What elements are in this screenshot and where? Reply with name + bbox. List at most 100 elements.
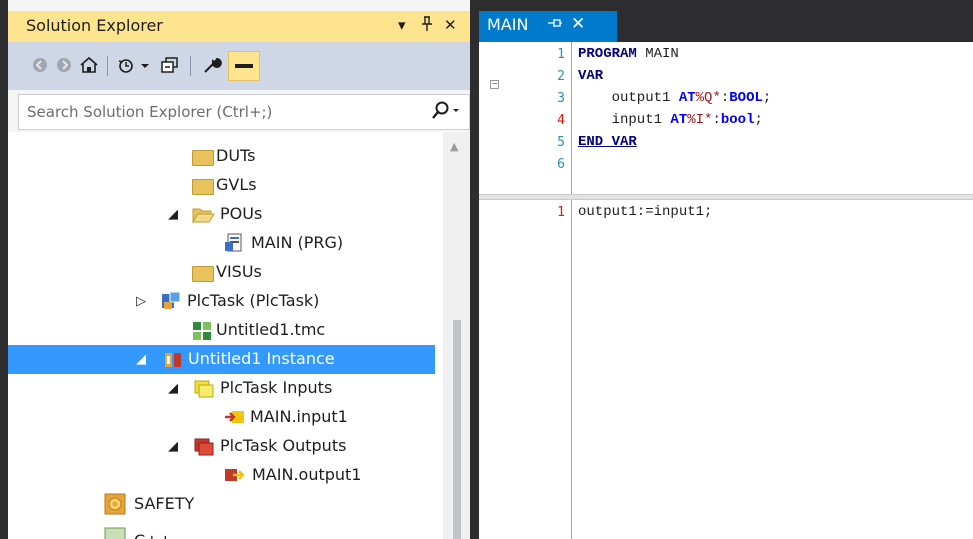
tree-item-plctask[interactable]: ▷ PlcTask (PlcTask) bbox=[8, 287, 435, 316]
solution-explorer-toolbar bbox=[8, 42, 470, 90]
tree-item-pous[interactable]: ◢ POUs bbox=[8, 200, 435, 229]
tab-close-icon[interactable]: ✕ bbox=[571, 14, 585, 34]
tree-item-label: DUTs bbox=[216, 146, 256, 165]
tmc-icon bbox=[192, 321, 212, 345]
fold-toggle-icon[interactable]: − bbox=[490, 80, 499, 89]
tree-item-untitled1-instance[interactable]: ◢ Untitled1 Instance bbox=[8, 345, 435, 374]
tree-item-label: GVLs bbox=[216, 175, 257, 194]
properties-icon[interactable] bbox=[200, 53, 224, 77]
collapse-all-icon[interactable] bbox=[158, 53, 182, 77]
tree-item-visus[interactable]: VISUs bbox=[8, 258, 435, 287]
program-icon bbox=[224, 233, 244, 257]
instance-icon bbox=[164, 351, 182, 373]
tree-item-main-output1[interactable]: MAIN.output1 bbox=[8, 461, 435, 490]
identifier: output1 bbox=[578, 90, 679, 106]
back-icon[interactable] bbox=[30, 53, 50, 77]
pin-icon[interactable] bbox=[420, 16, 434, 36]
history-icon[interactable] bbox=[116, 53, 152, 77]
toolbar-separator bbox=[107, 56, 108, 76]
code-line: PROGRAM MAIN bbox=[578, 46, 679, 62]
search-box[interactable]: Search Solution Explorer (Ctrl+;) bbox=[18, 94, 470, 130]
outputs-icon bbox=[194, 438, 216, 460]
expand-arrow-icon[interactable]: ◢ bbox=[168, 207, 178, 222]
panel-title: Solution Explorer bbox=[26, 16, 163, 35]
search-input[interactable]: Search Solution Explorer (Ctrl+;) bbox=[27, 103, 272, 121]
folder-icon bbox=[192, 150, 214, 166]
home-icon[interactable] bbox=[78, 53, 100, 77]
keyword: END_VAR bbox=[578, 134, 637, 150]
scrollbar-thumb[interactable] bbox=[453, 320, 461, 539]
identifier: MAIN bbox=[636, 46, 679, 62]
tree-item-safety[interactable]: SAFETY bbox=[8, 490, 435, 519]
tree-item-gvls[interactable]: GVLs bbox=[8, 171, 435, 200]
tree-scrollbar[interactable]: ▲ bbox=[443, 132, 470, 539]
keyword: AT bbox=[678, 90, 696, 106]
line-number: 4 bbox=[557, 113, 565, 128]
preview-icon[interactable] bbox=[228, 51, 260, 81]
solution-tree: DUTs GVLs ◢ POUs MAIN (PRG) VISUs ▷ PlcT… bbox=[8, 132, 470, 539]
punctuation: : bbox=[712, 112, 721, 128]
keyword: AT bbox=[670, 112, 688, 128]
code-line: END_VAR bbox=[578, 134, 637, 150]
tree-item-label: POUs bbox=[220, 204, 263, 223]
folder-icon bbox=[192, 266, 214, 282]
address: %Q* bbox=[695, 90, 721, 106]
safety-icon bbox=[104, 493, 126, 519]
tree-item-label: MAIN (PRG) bbox=[251, 233, 344, 252]
line-number: 1 bbox=[557, 47, 565, 62]
tree-item-label: SAFETY bbox=[134, 494, 195, 513]
type-keyword: bool bbox=[720, 112, 755, 128]
tree-item-label: MAIN.output1 bbox=[252, 465, 362, 484]
expand-arrow-icon[interactable]: ▷ bbox=[136, 294, 146, 309]
implementation-editor[interactable]: 1 output1:=input1; bbox=[479, 200, 973, 539]
tree-item-label: PlcTask Inputs bbox=[220, 378, 333, 397]
tree-item-label: C++ bbox=[134, 531, 172, 539]
solution-explorer-panel: Solution Explorer ▾ ✕ Search Solution Ex… bbox=[8, 0, 470, 539]
task-icon bbox=[160, 291, 182, 315]
gutter-divider bbox=[571, 42, 572, 194]
tab-main[interactable]: MAIN ✕ bbox=[479, 11, 617, 42]
folder-icon bbox=[192, 179, 214, 195]
scroll-up-icon[interactable]: ▲ bbox=[450, 140, 458, 153]
punctuation: ; bbox=[762, 90, 772, 106]
tree-item-duts[interactable]: DUTs bbox=[8, 142, 435, 171]
folder-open-icon bbox=[192, 206, 216, 228]
tree-item-plctask-outputs[interactable]: ◢ PlcTask Outputs bbox=[8, 432, 435, 461]
close-icon[interactable]: ✕ bbox=[444, 16, 457, 34]
expand-arrow-icon[interactable]: ◢ bbox=[168, 381, 178, 396]
line-number: 5 bbox=[557, 135, 565, 150]
line-number: 1 bbox=[557, 205, 565, 220]
keyword: VAR bbox=[578, 68, 604, 84]
code-line: output1 AT%Q*:BOOL; bbox=[578, 90, 772, 106]
code-line: VAR bbox=[578, 68, 603, 84]
declaration-editor[interactable]: − 1 2 3 4 5 6 PROGRAM MAIN VAR output1 A… bbox=[479, 42, 973, 194]
code-line: output1:=input1; bbox=[578, 204, 713, 220]
cpp-icon bbox=[104, 527, 126, 539]
tab-pin-icon[interactable] bbox=[547, 16, 563, 34]
search-icon[interactable] bbox=[431, 100, 461, 127]
line-number: 3 bbox=[557, 91, 565, 106]
line-number: 6 bbox=[557, 157, 565, 172]
tree-item-label: Untitled1.tmc bbox=[216, 320, 326, 339]
forward-icon[interactable] bbox=[54, 53, 74, 77]
tree-item-label: MAIN.input1 bbox=[250, 407, 348, 426]
tree-item-plctask-inputs[interactable]: ◢ PlcTask Inputs bbox=[8, 374, 435, 403]
punctuation: ; bbox=[754, 112, 763, 128]
tree-item-label: PlcTask (PlcTask) bbox=[187, 291, 320, 310]
output-var-icon bbox=[224, 467, 248, 487]
tree-item-untitled1-tmc[interactable]: Untitled1.tmc bbox=[8, 316, 435, 345]
expand-arrow-icon[interactable]: ◢ bbox=[136, 352, 146, 367]
tree-item-cpp[interactable]: C++ bbox=[8, 519, 435, 539]
inputs-icon bbox=[194, 380, 216, 402]
tree-item-main-prg[interactable]: MAIN (PRG) bbox=[8, 229, 435, 258]
line-number: 2 bbox=[557, 69, 565, 84]
gutter-divider bbox=[571, 200, 572, 539]
identifier: input1 bbox=[578, 112, 671, 128]
input-var-icon bbox=[224, 409, 246, 429]
tree-item-main-input1[interactable]: MAIN.input1 bbox=[8, 403, 435, 432]
toolbar-separator bbox=[190, 56, 191, 76]
tree-item-label: VISUs bbox=[216, 262, 262, 281]
dropdown-icon[interactable]: ▾ bbox=[398, 16, 406, 34]
punctuation: : bbox=[720, 90, 730, 106]
expand-arrow-icon[interactable]: ◢ bbox=[168, 439, 178, 454]
